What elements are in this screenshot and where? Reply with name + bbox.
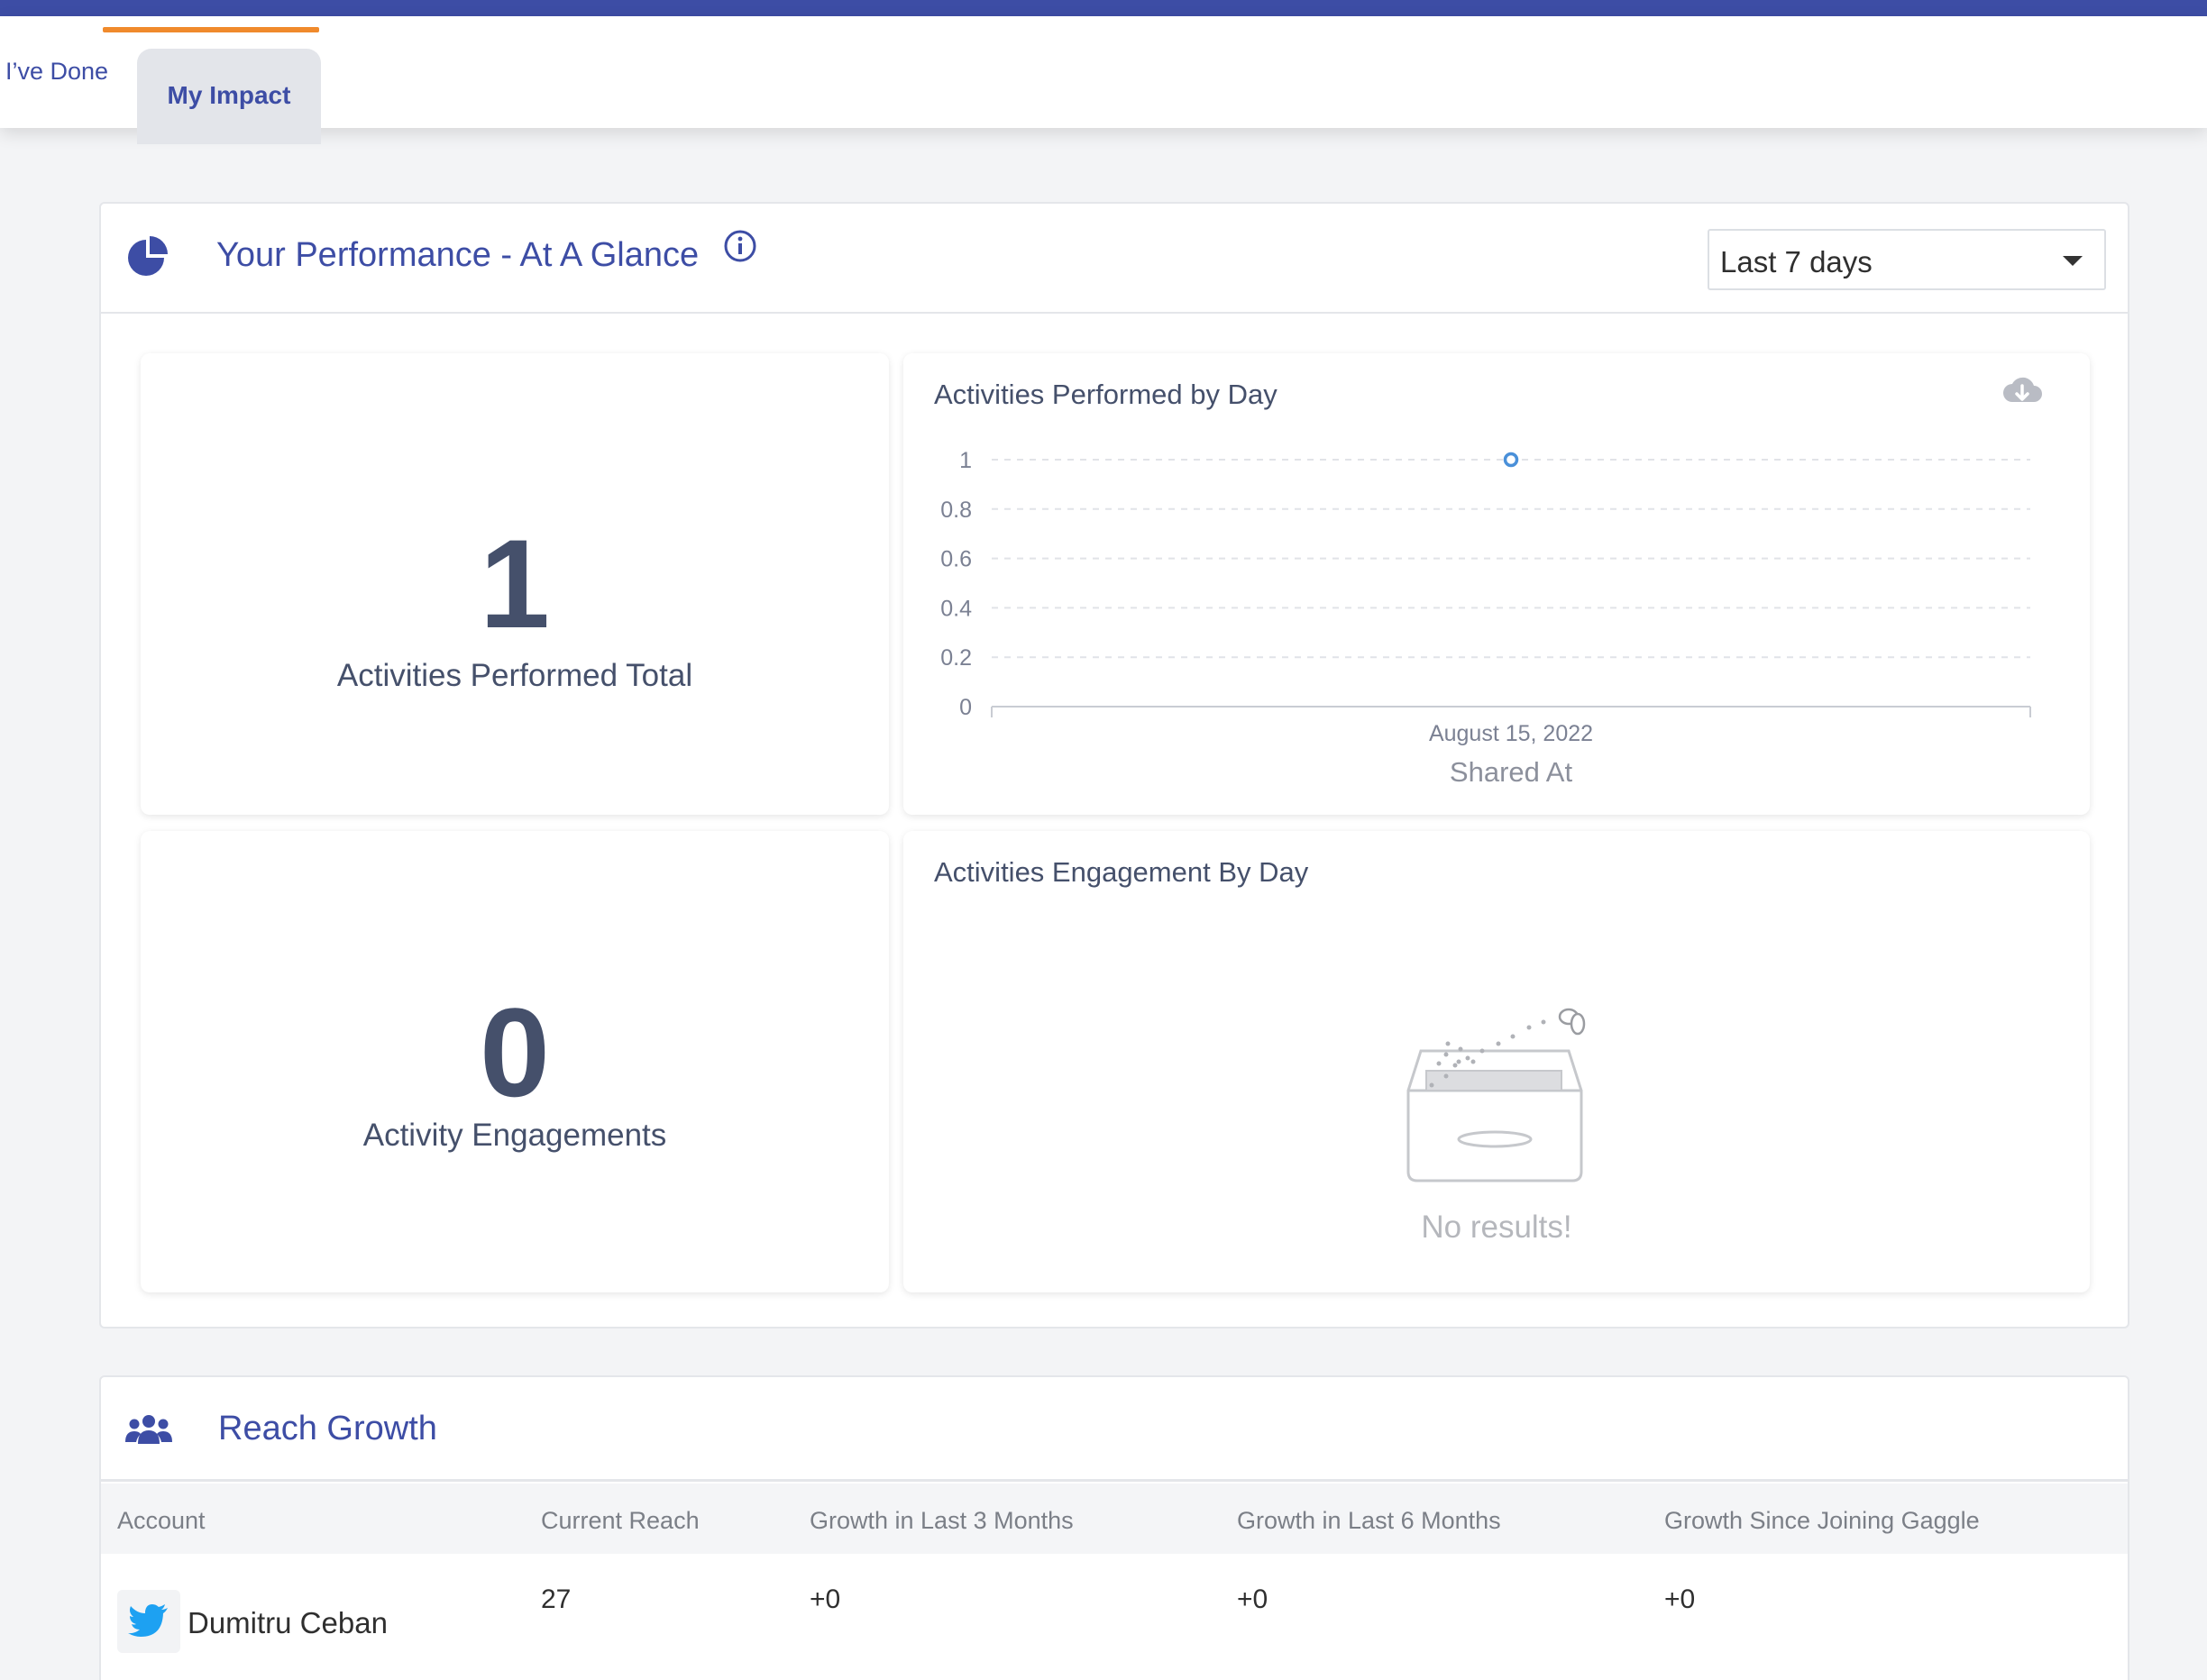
activities-line-chart: 0 0.2 0.4 0.6 0.8 1 August 15, 2022 Shared At	[940, 448, 2031, 788]
tab-bar: I’ve Done My Impact	[0, 16, 2207, 144]
current-reach-value: 27	[541, 1584, 572, 1614]
performance-panel-header: Your Performance - At A Glance Last 7 da…	[101, 204, 2128, 314]
engagement-by-day-card: Activities Engagement By Day No results!	[903, 831, 2090, 1292]
x-axis-title: Shared At	[1450, 756, 1573, 788]
users-icon	[125, 1415, 172, 1444]
tab-my-impact[interactable]: My Impact	[137, 49, 321, 144]
activities-total-value: 1	[480, 513, 550, 654]
y-tick-label: 0	[959, 695, 972, 720]
table-row[interactable]: Dumitru Ceban 27 +0 +0 +0	[101, 1554, 2128, 1680]
reach-growth-title: Reach Growth	[218, 1410, 437, 1447]
empty-box-icon	[1406, 1008, 1586, 1182]
data-point[interactable]	[1503, 452, 1519, 468]
top-app-bar	[0, 0, 2207, 16]
chart-points	[1503, 452, 1519, 468]
y-tick-label: 0.2	[940, 645, 972, 671]
growth-6m-value: +0	[1237, 1584, 1268, 1614]
tab-my-impact-label: My Impact	[167, 81, 291, 109]
y-tick-label: 0.6	[940, 547, 972, 572]
y-tick-label: 0.8	[940, 498, 972, 523]
chart-grid	[992, 459, 2030, 659]
x-tick-label: August 15, 2022	[1429, 721, 1593, 746]
chevron-down-icon	[2063, 256, 2083, 266]
reach-growth-panel: Reach Growth Account Current Reach Growt…	[99, 1375, 2129, 1680]
activities-total-card: 1 Activities Performed Total	[141, 353, 889, 815]
pie-chart-icon	[128, 236, 168, 276]
y-tick-label: 0.4	[940, 596, 972, 621]
info-icon[interactable]	[723, 229, 757, 263]
activities-by-day-card: Activities Performed by Day 0 0.2 0.4 0.6 0.…	[903, 353, 2090, 815]
account-name[interactable]: Dumitru Ceban	[188, 1606, 388, 1640]
no-results-text: No results!	[1421, 1210, 1572, 1245]
tab-active-indicator	[103, 27, 319, 32]
performance-panel: Your Performance - At A Glance Last 7 da…	[99, 202, 2129, 1328]
engagements-label: Activity Engagements	[362, 1118, 667, 1153]
growth-3m-value: +0	[810, 1584, 841, 1614]
growth-since-joining-value: +0	[1664, 1584, 1696, 1614]
column-header-current-reach[interactable]: Current Reach	[541, 1507, 700, 1535]
twitter-icon-badge	[117, 1590, 180, 1653]
column-header-account[interactable]: Account	[117, 1507, 206, 1535]
performance-title: Your Performance - At A Glance	[216, 236, 700, 274]
engagement-by-day-title: Activities Engagement By Day	[934, 856, 1309, 888]
column-header-growth-3m[interactable]: Growth in Last 3 Months	[810, 1507, 1074, 1535]
tab-ive-done[interactable]: I’ve Done	[5, 58, 108, 86]
period-select[interactable]: Last 7 days	[1708, 229, 2106, 290]
period-select-value: Last 7 days	[1720, 245, 1873, 278]
twitter-icon	[128, 1604, 168, 1637]
engagements-value: 0	[480, 982, 550, 1123]
column-header-growth-6m[interactable]: Growth in Last 6 Months	[1237, 1507, 1501, 1535]
engagements-card: 0 Activity Engagements	[141, 831, 889, 1292]
reach-growth-header: Reach Growth	[101, 1377, 2128, 1482]
column-header-growth-since-joining[interactable]: Growth Since Joining Gaggle	[1664, 1507, 1980, 1535]
reach-table-header: Account Current Reach Growth in Last 3 M…	[101, 1484, 2128, 1554]
activities-total-label: Activities Performed Total	[336, 658, 693, 693]
y-axis-ticks: 0 0.2 0.4 0.6 0.8 1	[940, 448, 972, 720]
y-tick-label: 1	[959, 448, 972, 473]
